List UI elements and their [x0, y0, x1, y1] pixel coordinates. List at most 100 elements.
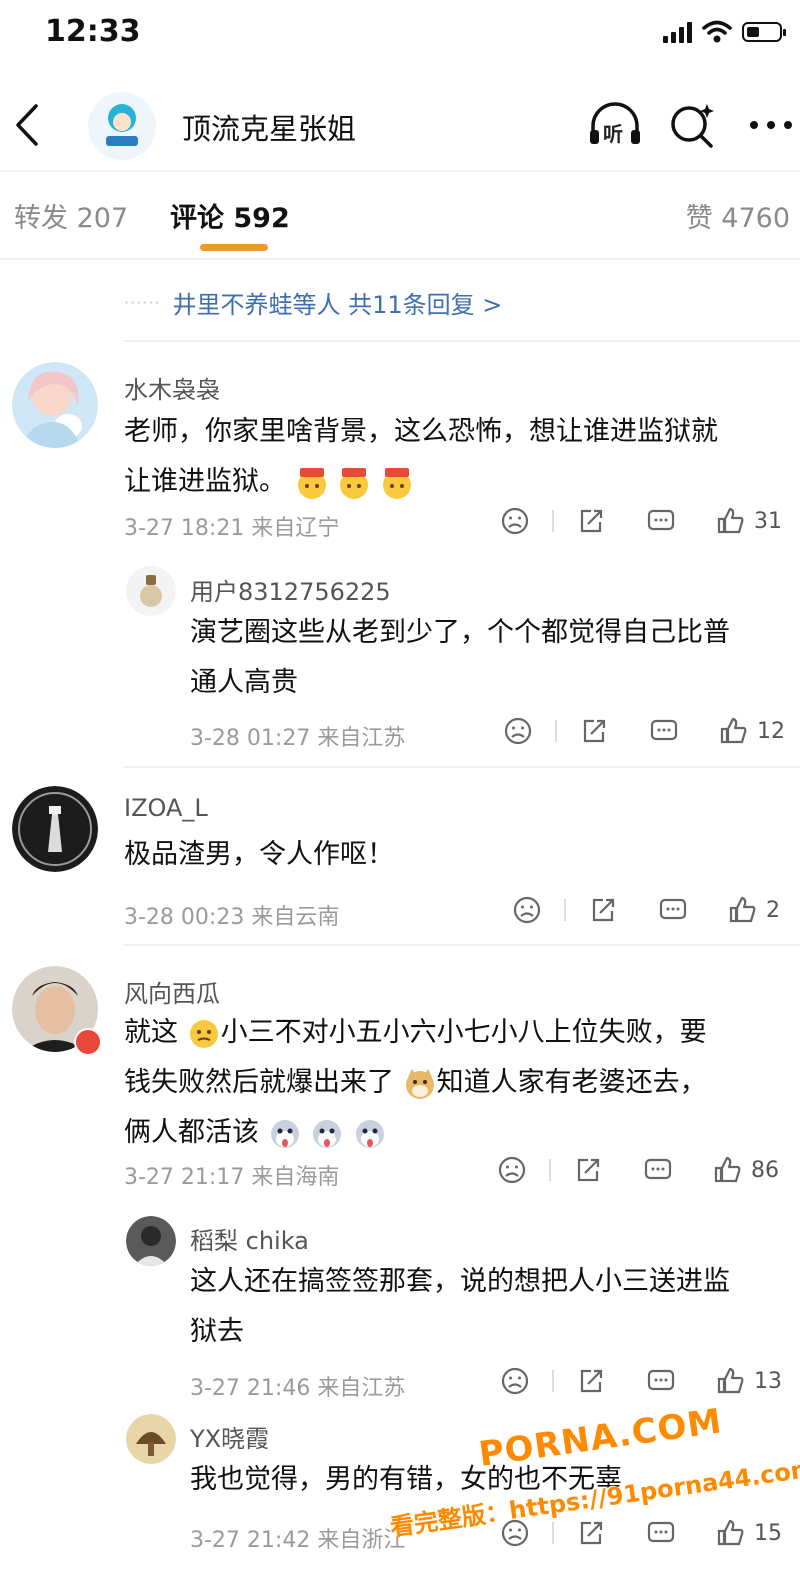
comment-line: 演艺圈这些从老到少了，个个都觉得自己比普 [190, 617, 730, 648]
comment-text: 极品渣男，令人作呕！ [124, 830, 394, 880]
comment-line: 通人高贵 [190, 667, 298, 698]
comment-line: 让谁进监狱。 [124, 457, 718, 507]
emoji-husky-icon [355, 1119, 384, 1148]
divider [552, 510, 554, 532]
emoji-doge-icon [405, 1068, 434, 1099]
like-count: 2 [766, 897, 780, 923]
divider [549, 1159, 551, 1181]
account-title[interactable]: 顶流克星张姐 [182, 106, 356, 148]
comment-meta: 3-27 21:42 来自浙江 [190, 1528, 406, 1553]
more-replies-text: 井里不养蛙等人 共11条回复 > [172, 291, 503, 319]
divider [552, 1370, 554, 1392]
comment-meta: 3-27 21:17 来自海南 [124, 1165, 340, 1190]
comment-line: 这人还在搞签签那套，说的想把人小三送进监 [190, 1266, 730, 1297]
more-replies-dots: ······ [124, 293, 161, 312]
emoji-666-icon [297, 467, 326, 499]
like-count: 12 [757, 718, 785, 744]
thumbs-up-icon [714, 1156, 741, 1183]
search-icon[interactable] [667, 100, 719, 150]
like-count: 86 [751, 1157, 779, 1183]
comment-username[interactable]: IZOA_L [124, 794, 208, 822]
comment-text: 这人还在搞签签那套，说的想把人小三送进监 狱去 [190, 1257, 730, 1357]
more-replies-link[interactable]: ······ 井里不养蛙等人 共11条回复 > [124, 285, 502, 320]
reply-icon[interactable] [643, 1155, 673, 1185]
comment-line: 极品渣男，令人作呕！ [124, 839, 394, 870]
share-icon[interactable] [573, 1155, 603, 1185]
like-button[interactable]: 12 [719, 716, 785, 746]
share-icon[interactable] [576, 1366, 606, 1396]
dislike-icon[interactable] [500, 1366, 530, 1396]
thumbs-up-icon [717, 1519, 744, 1546]
comment-username[interactable]: 稻梨 chika [190, 1221, 309, 1256]
thumbs-up-icon [720, 717, 747, 744]
comment-line: 就这 小三不对小五小六小七小八上位失败，要 [124, 1008, 707, 1058]
comment-text: 演艺圈这些从老到少了，个个都觉得自己比普 通人高贵 [190, 608, 730, 708]
share-icon[interactable] [576, 1518, 606, 1548]
tab-forward[interactable]: 转发 207 [14, 196, 128, 235]
divider [124, 766, 800, 768]
comment-text: 老师，你家里啥背景，这么恐怖，想让谁进监狱就 让谁进监狱。 [124, 407, 718, 507]
comment-meta: 3-27 18:21 来自辽宁 [124, 516, 340, 541]
verified-badge-icon [74, 1028, 102, 1056]
like-button[interactable]: 15 [716, 1518, 782, 1548]
share-icon[interactable] [579, 716, 609, 746]
tab-like[interactable]: 赞 4760 [686, 196, 790, 235]
like-button[interactable]: 2 [728, 895, 780, 925]
listen-button[interactable]: 听 [585, 100, 645, 150]
emoji-husky-icon [270, 1119, 299, 1148]
thumbs-up-icon [729, 896, 756, 923]
emoji-666-icon [382, 467, 411, 499]
comment-username[interactable]: 用户8312756225 [190, 572, 391, 607]
divider [555, 720, 557, 742]
like-button[interactable]: 31 [716, 506, 782, 536]
like-button[interactable]: 86 [713, 1155, 779, 1185]
active-tab-indicator [200, 244, 268, 251]
dislike-icon[interactable] [512, 895, 542, 925]
comment-actions: 15 [500, 1518, 782, 1548]
back-arrow-icon[interactable] [8, 100, 48, 150]
divider [564, 899, 566, 921]
comment-actions: 2 [512, 895, 780, 925]
comment-line: 狱去 [190, 1316, 244, 1347]
dislike-icon[interactable] [500, 506, 530, 536]
avatar[interactable] [126, 1414, 176, 1464]
comment-actions: 86 [497, 1155, 779, 1185]
comment-text: 就这 小三不对小五小六小七小八上位失败，要 钱失败然后就爆出来了 知道人家有老婆… [124, 1008, 707, 1158]
share-icon[interactable] [588, 895, 618, 925]
comment-line: 钱失败然后就爆出来了 知道人家有老婆还去， [124, 1058, 707, 1108]
avatar[interactable] [126, 1216, 176, 1266]
dislike-icon[interactable] [497, 1155, 527, 1185]
comment-meta: 3-28 01:27 来自江苏 [190, 726, 406, 751]
divider [124, 340, 800, 342]
tab-comment[interactable]: 评论 592 [170, 196, 290, 235]
emoji-husky-icon [313, 1119, 342, 1148]
reply-icon[interactable] [646, 1366, 676, 1396]
comment-username[interactable]: 风向西瓜 [124, 974, 220, 1009]
avatar[interactable] [126, 566, 176, 616]
comment-username[interactable]: 水木袅袅 [124, 370, 220, 405]
reply-icon[interactable] [658, 895, 688, 925]
thumbs-up-icon [717, 507, 744, 534]
listen-label: 听 [603, 122, 623, 146]
reply-icon[interactable] [646, 1518, 676, 1548]
like-count: 31 [754, 508, 782, 534]
like-count: 15 [754, 1520, 782, 1546]
like-count: 13 [754, 1368, 782, 1394]
share-icon[interactable] [576, 506, 606, 536]
dislike-icon[interactable] [503, 716, 533, 746]
comment-actions: 13 [500, 1366, 782, 1396]
account-avatar[interactable] [88, 92, 156, 160]
reply-icon[interactable] [649, 716, 679, 746]
avatar[interactable] [12, 362, 98, 448]
reply-icon[interactable] [646, 506, 676, 536]
avatar[interactable] [12, 786, 98, 872]
tabs-divider [0, 258, 800, 260]
like-button[interactable]: 13 [716, 1366, 782, 1396]
comment-meta: 3-27 21:46 来自江苏 [190, 1376, 406, 1401]
comment-username[interactable]: YX晓霞 [190, 1419, 269, 1454]
comment-meta: 3-28 00:23 来自云南 [124, 905, 340, 930]
status-time: 12:33 [45, 14, 141, 49]
more-icon[interactable] [746, 110, 796, 140]
comment-line: 老师，你家里啥背景，这么恐怖，想让谁进监狱就 [124, 416, 718, 447]
status-icons [663, 20, 786, 44]
